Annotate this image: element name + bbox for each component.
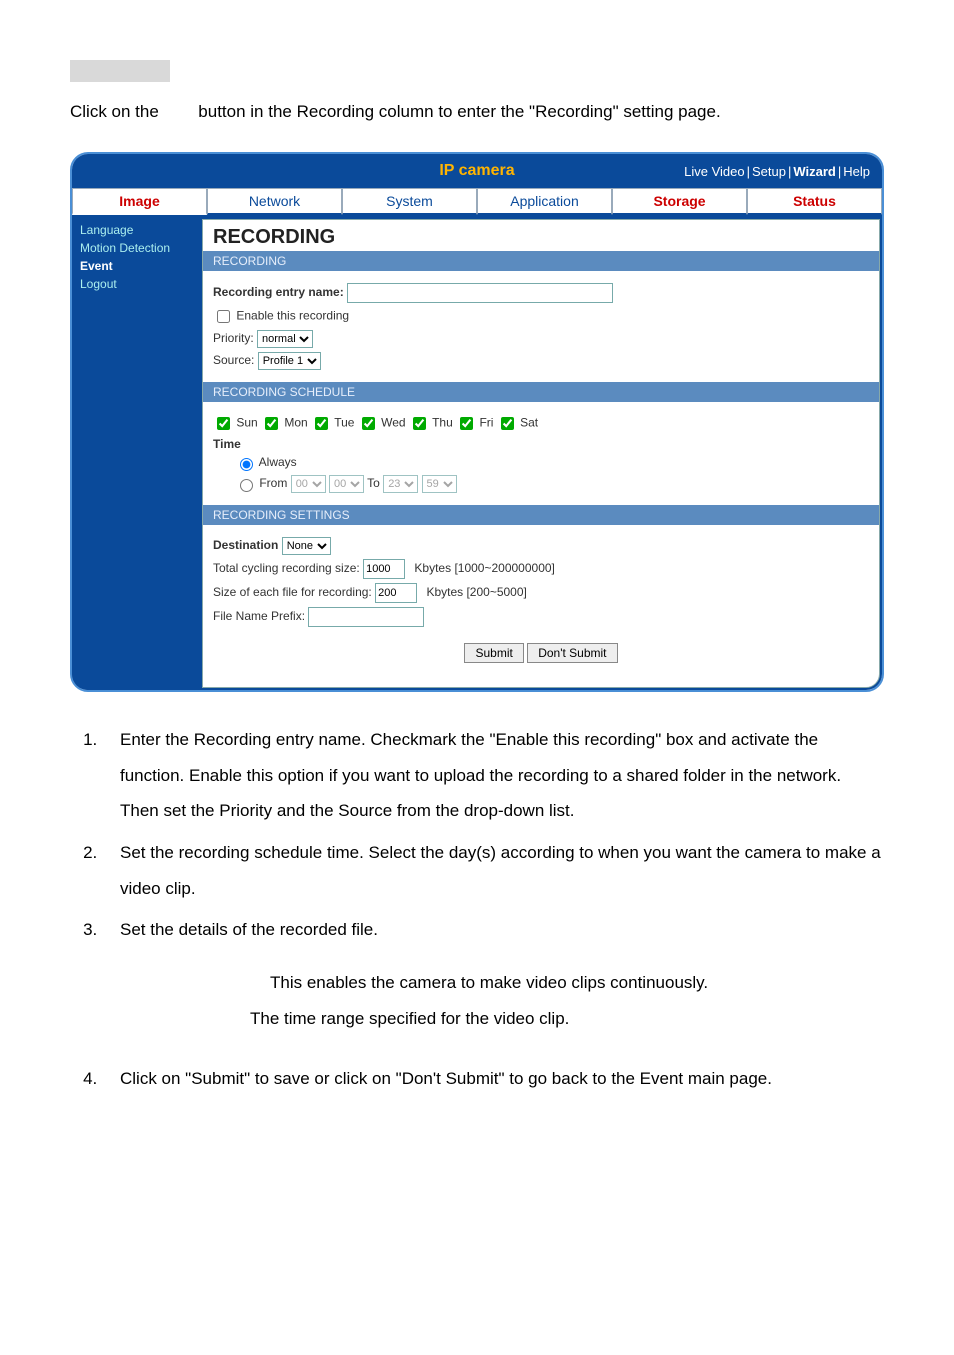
day-wed-checkbox[interactable] — [362, 417, 375, 430]
always-radio[interactable] — [240, 458, 253, 471]
ip-camera-panel: IP camera Live Video|Setup|Wizard|Help I… — [70, 152, 884, 692]
main-content: RECORDING RECORDING Recording entry name… — [202, 219, 880, 688]
to-hh-select[interactable]: 23 — [383, 475, 418, 493]
to-label: To — [367, 476, 380, 490]
sub-settings: RECORDING SETTINGS — [203, 505, 879, 525]
tab-application[interactable]: Application — [477, 188, 612, 215]
enable-recording-label: Enable this recording — [236, 309, 349, 323]
tab-network[interactable]: Network — [207, 188, 342, 215]
always-label: Always — [259, 455, 297, 469]
tab-storage[interactable]: Storage — [612, 188, 747, 215]
day-sat-checkbox[interactable] — [501, 417, 514, 430]
day-thu-checkbox[interactable] — [413, 417, 426, 430]
link-setup[interactable]: Setup — [752, 164, 786, 179]
intro-before: Click on the — [70, 102, 159, 121]
placeholder-box — [70, 60, 170, 82]
link-help[interactable]: Help — [843, 164, 870, 179]
link-live-video[interactable]: Live Video — [684, 164, 744, 179]
sidebar-item-logout[interactable]: Logout — [72, 275, 202, 293]
day-sun-checkbox[interactable] — [217, 417, 230, 430]
each-size-range: Kbytes [200~5000] — [426, 585, 526, 599]
instructions-list-2: Click on "Submit" to save or click on "D… — [70, 1061, 884, 1097]
tabs-row: Image Network System Application Storage… — [72, 188, 882, 217]
entry-name-label: Recording entry name: — [213, 285, 344, 299]
step-1: Enter the Recording entry name. Checkmar… — [102, 722, 884, 829]
entry-name-input[interactable] — [347, 283, 613, 303]
destination-select[interactable]: None — [282, 537, 331, 555]
day-mon-checkbox[interactable] — [265, 417, 278, 430]
step-3: Set the details of the recorded file. — [102, 912, 884, 948]
tab-system[interactable]: System — [342, 188, 477, 215]
sub-schedule: RECORDING SCHEDULE — [203, 382, 879, 402]
source-label: Source: — [213, 353, 254, 367]
to-mm-select[interactable]: 59 — [422, 475, 457, 493]
intro-after: button in the Recording column to enter … — [198, 102, 720, 121]
from-radio[interactable] — [240, 479, 253, 492]
from-label: From — [259, 476, 287, 490]
header-links: Live Video|Setup|Wizard|Help — [684, 164, 870, 179]
time-label: Time — [213, 437, 241, 451]
submit-button[interactable]: Submit — [464, 643, 523, 663]
day-tue-checkbox[interactable] — [315, 417, 328, 430]
step-4: Click on "Submit" to save or click on "D… — [102, 1061, 884, 1097]
sub-note-b: The time range specified for the video c… — [250, 1001, 884, 1037]
sidebar-item-motion[interactable]: Motion Detection — [72, 239, 202, 257]
total-size-input[interactable] — [363, 559, 405, 579]
step-2: Set the recording schedule time. Select … — [102, 835, 884, 906]
link-wizard[interactable]: Wizard — [793, 164, 836, 179]
prefix-label: File Name Prefix: — [213, 609, 305, 623]
from-mm-select[interactable]: 00 — [329, 475, 364, 493]
each-size-label: Size of each file for recording: — [213, 585, 372, 599]
source-select[interactable]: Profile 1 — [258, 352, 321, 370]
enable-recording-checkbox[interactable] — [217, 310, 230, 323]
sidebar-item-event[interactable]: Event — [72, 257, 202, 275]
priority-select[interactable]: normal — [257, 330, 313, 348]
intro-text: Click on the button in the Recording col… — [70, 102, 884, 122]
day-fri-checkbox[interactable] — [460, 417, 473, 430]
sub-note-a: This enables the camera to make video cl… — [270, 965, 884, 1001]
sidebar: Language Motion Detection Event Logout — [72, 217, 202, 690]
instructions-list: Enter the Recording entry name. Checkmar… — [70, 722, 884, 948]
panel-header: IP camera Live Video|Setup|Wizard|Help — [72, 154, 882, 188]
total-size-label: Total cycling recording size: — [213, 561, 360, 575]
destination-label: Destination — [213, 538, 278, 552]
dont-submit-button[interactable]: Don't Submit — [527, 643, 617, 663]
sidebar-item-language[interactable]: Language — [72, 221, 202, 239]
tab-status[interactable]: Status — [747, 188, 882, 215]
tab-image[interactable]: Image — [72, 188, 207, 215]
total-size-range: Kbytes [1000~200000000] — [414, 561, 554, 575]
from-hh-select[interactable]: 00 — [291, 475, 326, 493]
priority-label: Priority: — [213, 331, 254, 345]
each-size-input[interactable] — [375, 583, 417, 603]
recording-title: RECORDING — [203, 220, 879, 251]
sub-recording: RECORDING — [203, 251, 879, 271]
prefix-input[interactable] — [308, 607, 424, 627]
days-row: Sun Mon Tue Wed Thu Fri Sat — [213, 414, 869, 433]
